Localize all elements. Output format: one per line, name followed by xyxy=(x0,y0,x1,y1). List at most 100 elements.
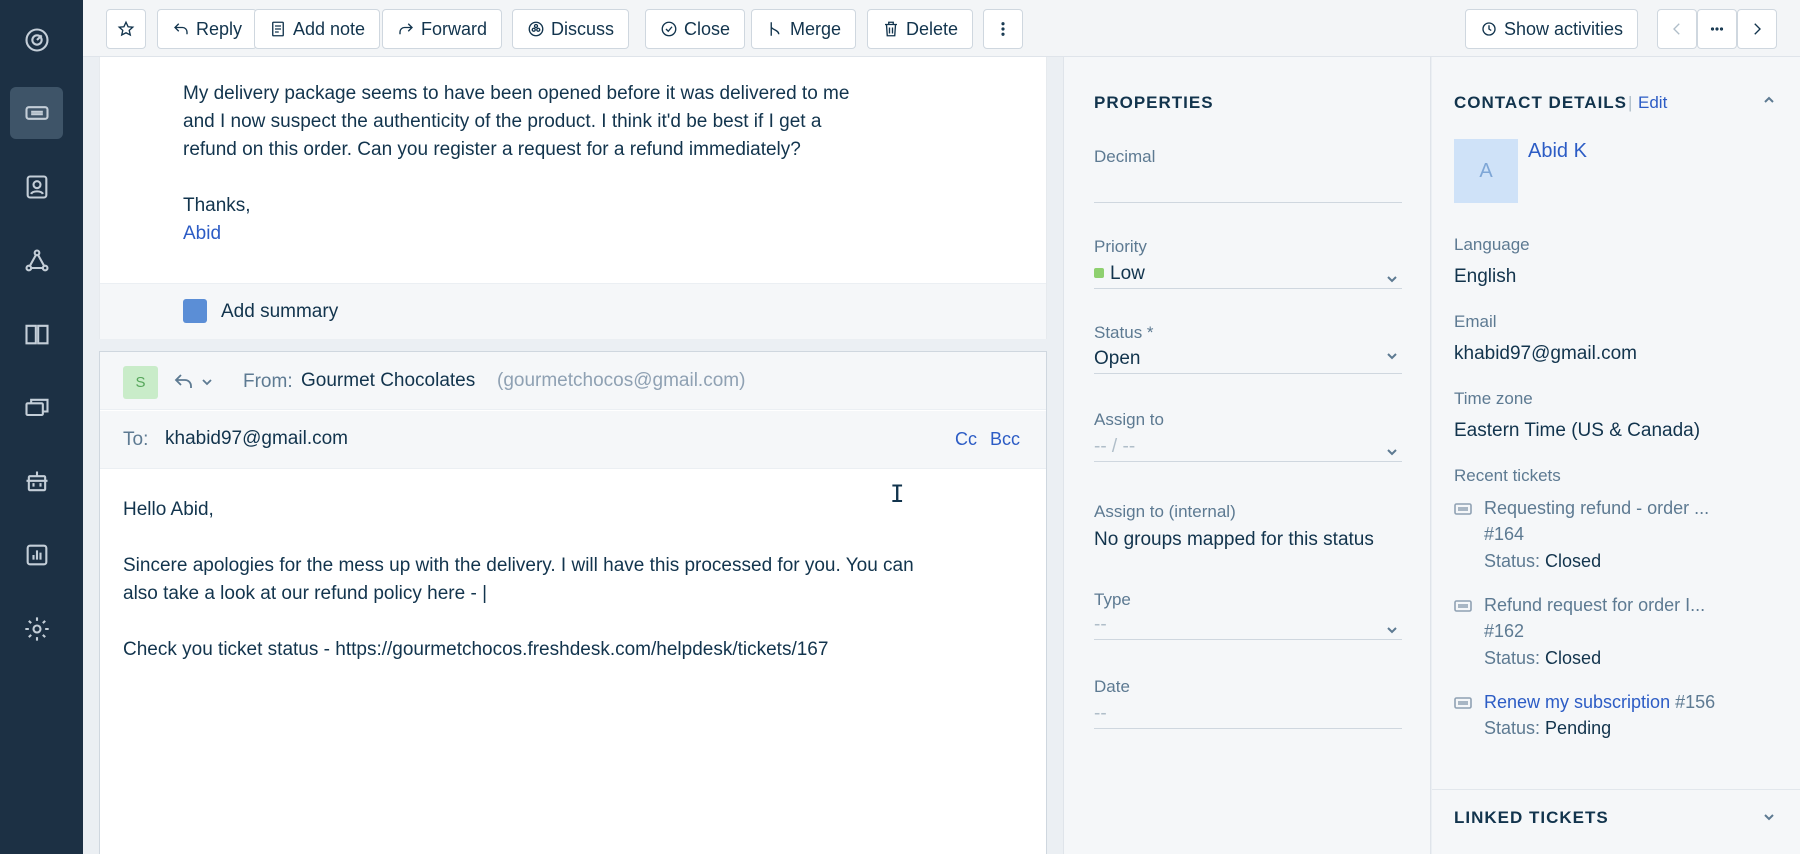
more-ticket-nav-button[interactable] xyxy=(1697,9,1737,49)
edit-contact-link[interactable]: Edit xyxy=(1638,93,1667,113)
recent-tickets-label: Recent tickets xyxy=(1454,466,1561,485)
conversation-panel: My delivery package seems to have been o… xyxy=(99,57,1047,854)
forward-button[interactable]: Forward xyxy=(382,9,503,49)
nav-reports[interactable] xyxy=(10,529,63,581)
contact-name-link[interactable]: Abid K xyxy=(1528,140,1587,163)
check-circle-icon xyxy=(661,21,677,37)
type-value: -- xyxy=(1094,614,1107,635)
date-label: Date xyxy=(1094,677,1130,696)
horizontal-dots-icon xyxy=(1710,27,1724,31)
discuss-label: Discuss xyxy=(551,18,615,39)
nav-tickets[interactable] xyxy=(10,87,63,139)
assign-to-label: Assign to xyxy=(1094,410,1164,429)
from-label: From: xyxy=(243,371,293,392)
merge-button[interactable]: Merge xyxy=(751,9,857,49)
trash-icon xyxy=(885,21,897,37)
recent-ticket-id: #164 xyxy=(1484,524,1525,544)
cc-button[interactable]: Cc xyxy=(955,429,977,450)
to-field[interactable]: khabid97@gmail.com xyxy=(165,428,348,450)
status-select[interactable]: Open xyxy=(1094,342,1402,374)
date-field[interactable]: -- xyxy=(1094,697,1402,729)
forward-label: Forward xyxy=(421,18,488,39)
contact-icon xyxy=(26,175,47,199)
nav-dashboard[interactable] xyxy=(10,14,63,66)
message-line: and I now suspect the authenticity of th… xyxy=(183,111,822,132)
assign-internal-label: Assign to (internal) xyxy=(1094,502,1236,521)
recent-ticket-status: Status: Closed xyxy=(1484,551,1602,571)
note-icon xyxy=(272,21,284,37)
title-separator: | xyxy=(1628,93,1633,112)
reply-body-line: Hello Abid, xyxy=(123,499,214,520)
more-actions-button[interactable] xyxy=(983,9,1023,49)
section-divider xyxy=(1432,789,1800,790)
email-label: Email xyxy=(1454,312,1497,331)
nav-contacts[interactable] xyxy=(10,161,63,213)
vertical-dots-icon xyxy=(1001,22,1005,36)
type-select[interactable]: -- xyxy=(1094,608,1402,640)
decimal-label: Decimal xyxy=(1094,147,1156,166)
close-button[interactable]: Close xyxy=(645,9,746,49)
contact-details-panel: CONTACT DETAILS | Edit A Abid K Language… xyxy=(1432,57,1800,854)
status-label: Status * xyxy=(1094,323,1154,342)
network-icon xyxy=(24,249,49,272)
ticket-toolbar: Reply Add note Forward Discuss Close Mer… xyxy=(83,0,1800,57)
forward-icon xyxy=(399,23,413,35)
reply-body-line: also take a look at our refund policy he… xyxy=(123,583,488,604)
add-summary-label: Add summary xyxy=(221,301,339,322)
nav-solutions[interactable] xyxy=(10,308,63,360)
to-row: To: khabid97@gmail.com Cc Bcc xyxy=(100,411,1046,469)
recent-ticket-title: Requesting refund - order ... xyxy=(1484,498,1710,518)
show-activities-button[interactable]: Show activities xyxy=(1465,9,1639,49)
discuss-button[interactable]: Discuss xyxy=(512,9,630,49)
recent-ticket-title: Renew my subscription #156 xyxy=(1484,692,1716,712)
message-signature-link[interactable]: Abid xyxy=(183,223,221,245)
nav-bots[interactable] xyxy=(10,456,63,508)
chevron-down-icon xyxy=(1386,620,1398,634)
chevron-down-icon[interactable] xyxy=(1762,810,1776,824)
chevron-right-icon xyxy=(1754,23,1761,35)
gear-icon xyxy=(24,617,49,641)
previous-ticket-button[interactable] xyxy=(1657,9,1697,49)
add-summary-button[interactable]: Add summary xyxy=(100,283,1046,339)
from-email: (gourmetchocos@gmail.com) xyxy=(497,370,746,391)
reply-type-dropdown[interactable] xyxy=(173,370,217,394)
star-button[interactable] xyxy=(106,9,146,49)
nav-admin[interactable] xyxy=(10,603,63,655)
from-name[interactable]: Gourmet Chocolates xyxy=(301,370,475,392)
priority-select[interactable]: Low xyxy=(1094,257,1402,289)
add-note-button[interactable]: Add note xyxy=(254,9,381,49)
nav-social[interactable] xyxy=(10,235,63,287)
recent-ticket-id: #162 xyxy=(1484,621,1525,641)
delete-button[interactable]: Delete xyxy=(867,9,974,49)
reply-body-line: Check you ticket status - https://gourme… xyxy=(123,639,829,660)
recent-ticket-title: Refund request for order I... xyxy=(1484,595,1706,615)
priority-dot xyxy=(1094,268,1104,278)
customer-message: My delivery package seems to have been o… xyxy=(99,57,1047,339)
priority-label: Priority xyxy=(1094,237,1147,256)
merge-icon xyxy=(770,22,780,36)
linked-tickets-title[interactable]: LINKED TICKETS xyxy=(1454,808,1609,828)
chevron-left-icon xyxy=(1673,23,1680,35)
language-label: Language xyxy=(1454,235,1530,254)
type-label: Type xyxy=(1094,590,1131,609)
assign-to-select[interactable]: -- / -- xyxy=(1094,430,1402,462)
chevron-up-icon[interactable] xyxy=(1762,93,1776,107)
properties-title: PROPERTIES xyxy=(1094,93,1214,112)
timezone-value: Eastern Time (US & Canada) xyxy=(1454,420,1701,441)
close-label: Close xyxy=(684,18,731,39)
decimal-field[interactable] xyxy=(1094,171,1402,203)
reply-editor: S From: Gourmet Chocolates (gourmetchoco… xyxy=(99,351,1047,854)
properties-panel: PROPERTIES Decimal Priority Low Status *… xyxy=(1063,57,1431,854)
dashboard-icon xyxy=(24,28,49,52)
left-nav xyxy=(0,0,83,854)
nav-forums[interactable] xyxy=(10,382,63,434)
reply-button[interactable]: Reply xyxy=(157,9,258,49)
bcc-button[interactable]: Bcc xyxy=(990,429,1020,450)
ticket-icon xyxy=(1454,696,1472,710)
timezone-label: Time zone xyxy=(1454,389,1533,408)
ticket-icon xyxy=(24,106,49,120)
contact-avatar: A xyxy=(1454,139,1518,203)
reply-body-line: Sincere apologies for the mess up with t… xyxy=(123,555,914,576)
document-icon xyxy=(183,299,207,323)
next-ticket-button[interactable] xyxy=(1737,9,1777,49)
